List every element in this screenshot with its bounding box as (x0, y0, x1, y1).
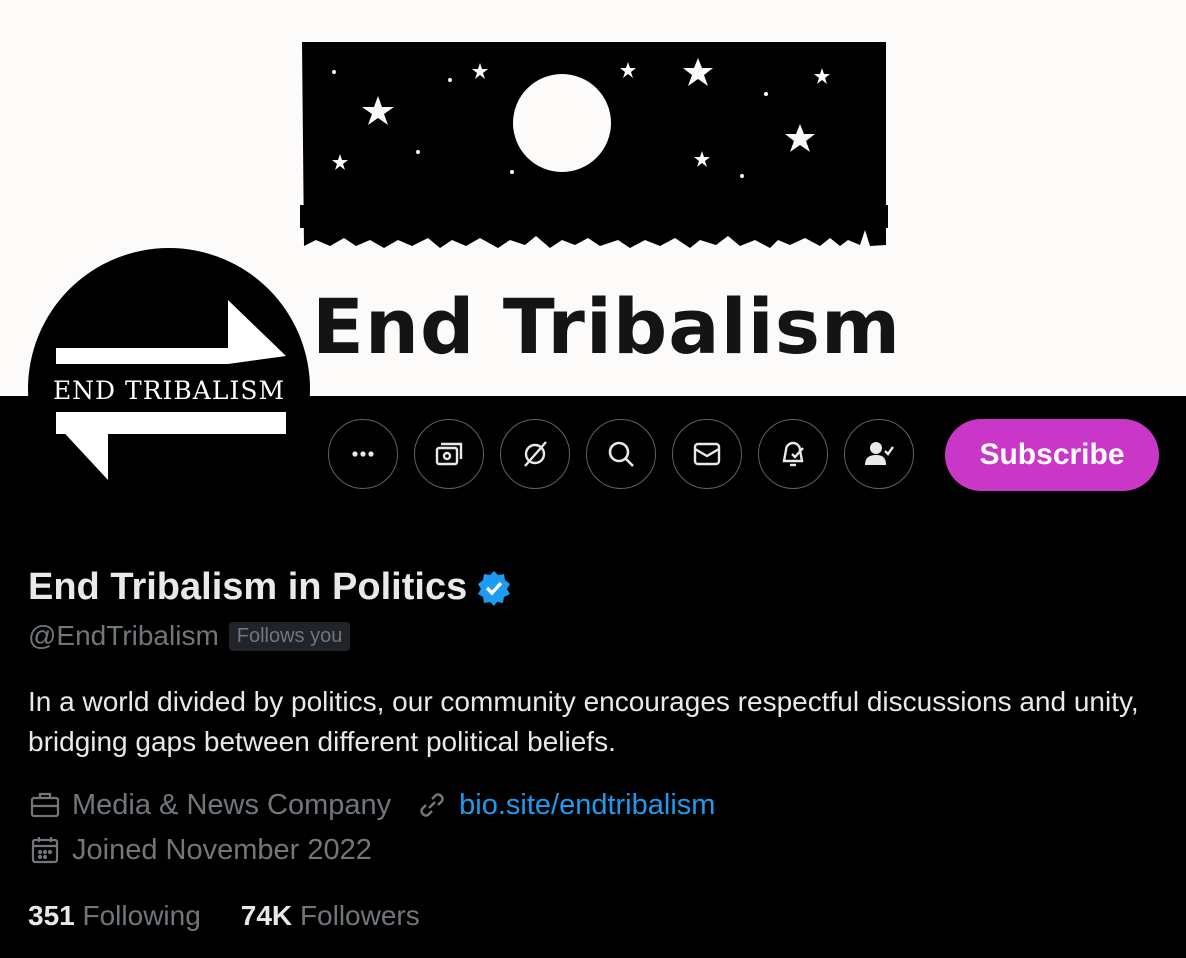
grok-button[interactable] (500, 419, 570, 489)
follows-you-badge: Follows you (228, 621, 351, 651)
followers-count: 74K (240, 900, 293, 931)
follow-counts: 351 Following 74K Followers (28, 900, 420, 932)
name-row: End Tribalism in Politics (28, 566, 513, 609)
tip-button[interactable] (414, 419, 484, 489)
following-label: Following (82, 900, 201, 931)
handle-row: @EndTribalism Follows you (28, 620, 351, 652)
user-check-icon (865, 442, 894, 465)
subscribe-button[interactable]: Subscribe (945, 419, 1159, 491)
search-icon (608, 441, 634, 467)
display-name: End Tribalism in Politics (28, 566, 468, 608)
profile-category: Media & News Company (72, 788, 392, 821)
bell-check-icon (782, 441, 804, 467)
grok-icon (524, 441, 547, 467)
meta-row-2: Joined November 2022 (28, 833, 372, 867)
meta-row-1: Media & News Company bio.site/endtribali… (28, 788, 715, 822)
avatar-label: END TRIBALISM (52, 376, 286, 405)
website-link[interactable]: bio.site/endtribalism (459, 789, 715, 822)
banner-title: End Tribalism (312, 282, 902, 371)
mail-icon (693, 442, 721, 466)
verified-badge-icon[interactable] (475, 569, 513, 607)
followers-label: Followers (299, 900, 420, 931)
search-button[interactable] (586, 419, 656, 489)
following-link[interactable]: 351 Following (28, 900, 201, 932)
link-icon (420, 793, 444, 817)
following-count: 351 (28, 900, 75, 931)
more-button[interactable] (328, 419, 398, 489)
handle: @EndTribalism (28, 620, 219, 651)
following-button[interactable] (844, 419, 914, 489)
bio: In a world divided by politics, our comm… (28, 686, 1139, 757)
profile-actions (328, 419, 914, 489)
message-button[interactable] (672, 419, 742, 489)
profile-avatar[interactable]: END TRIBALISM (28, 248, 310, 530)
joined-date: Joined November 2022 (72, 833, 372, 866)
more-horizontal-icon (352, 451, 374, 457)
skyline-illustration (300, 40, 888, 255)
tip-money-icon (435, 442, 463, 466)
calendar-icon (31, 837, 59, 864)
followers-link[interactable]: 74K Followers (241, 900, 420, 932)
notifications-button[interactable] (758, 419, 828, 489)
briefcase-icon (30, 792, 60, 818)
